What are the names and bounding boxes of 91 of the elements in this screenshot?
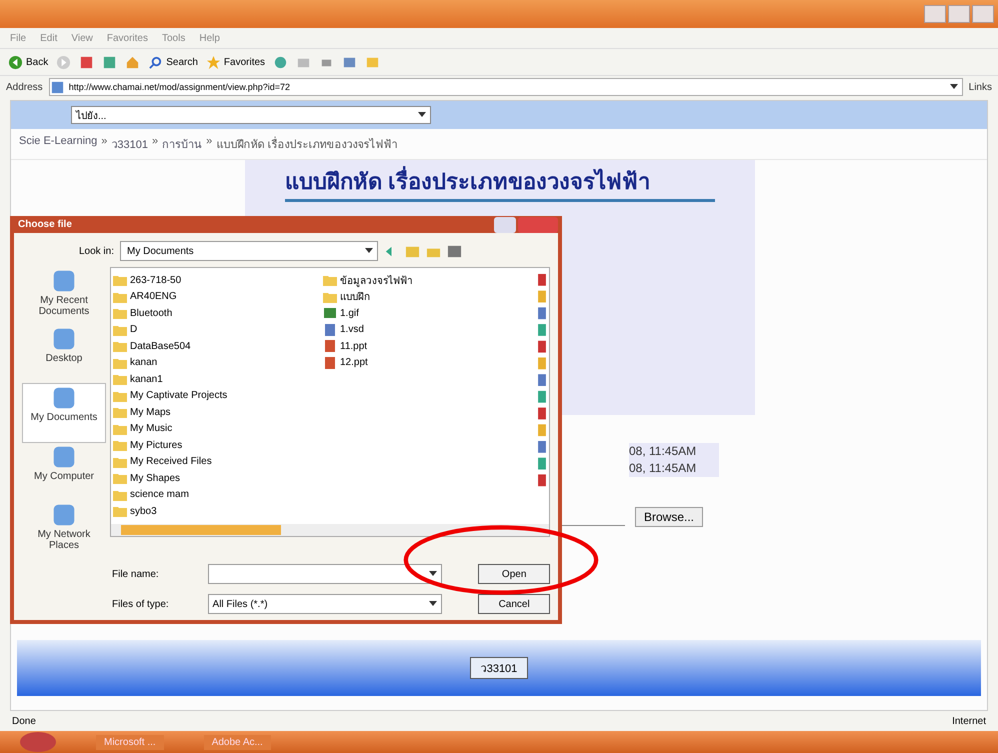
places-item[interactable]: My Computer (22, 443, 106, 501)
breadcrumb-link[interactable]: ว33101 (111, 135, 148, 153)
folder-entry[interactable]: science mam (113, 486, 323, 503)
file-type-dropdown[interactable]: All Files (*.*) (208, 594, 442, 614)
browse-button[interactable]: Browse... (635, 507, 704, 527)
file-name-label: File name: (112, 568, 160, 580)
folder-entry[interactable]: My Captivate Projects (113, 388, 323, 404)
folder-icon (113, 307, 127, 320)
file-icon (323, 356, 337, 369)
folder-icon (113, 274, 127, 286)
file-icon (323, 324, 337, 336)
places-item[interactable]: My Network Places (22, 501, 106, 559)
folder-entry[interactable]: My Pictures (113, 437, 323, 454)
assignment-title: แบบฝึกหัด เรื่องประเภทของวงจรไฟฟ้า (245, 164, 755, 199)
look-in-label: Look in: (78, 246, 114, 256)
folder-icon (113, 406, 127, 418)
minimize-button[interactable] (924, 5, 946, 23)
links-button[interactable]: Links (968, 82, 992, 92)
course-button[interactable]: ว33101 (470, 657, 528, 679)
breadcrumb-link[interactable]: การบ้าน (162, 135, 202, 153)
horizontal-scrollbar[interactable] (111, 524, 549, 536)
jump-to-dropdown[interactable]: ไปยัง... (71, 106, 431, 124)
folder-icon (113, 472, 127, 484)
breadcrumb-separator: » (101, 135, 108, 149)
date-text: 08, 11:45AM (629, 443, 719, 460)
folder-icon (113, 456, 127, 468)
back-button[interactable]: Back (8, 54, 48, 70)
search-icon (148, 54, 164, 70)
folder-icon (113, 356, 127, 369)
document-entry[interactable]: 11.ppt (323, 338, 533, 354)
address-label: Address (6, 82, 43, 92)
date-text: 08, 11:45AM (629, 460, 719, 477)
folder-entry[interactable]: DataBase504 (113, 338, 323, 354)
document-entry[interactable]: 1.gif (323, 305, 533, 322)
close-button[interactable] (972, 5, 994, 23)
folder-entry[interactable]: AR40ENG (113, 288, 323, 305)
caret-icon (365, 248, 373, 254)
look-in-dropdown[interactable]: My Documents (120, 241, 378, 261)
address-field[interactable]: http://www.chamai.net/mod/assignment/view.php?id=72 (48, 78, 963, 96)
folder-icon (113, 290, 127, 303)
zone-label: Internet (952, 716, 986, 726)
folder-icon (113, 439, 127, 452)
file-icon (323, 340, 337, 352)
home-icon[interactable] (125, 54, 140, 70)
places-item[interactable]: My Recent Documents (22, 267, 106, 325)
cancel-button[interactable]: Cancel (478, 594, 550, 614)
document-entry[interactable]: 12.ppt (323, 354, 533, 371)
caret-icon (950, 84, 958, 90)
file-icon (323, 307, 337, 320)
favorites-button[interactable]: Favorites (206, 54, 266, 70)
folder-icon (113, 373, 127, 386)
places-item[interactable]: My Documents (22, 383, 106, 443)
status-text: Done (12, 716, 36, 726)
help-button[interactable] (494, 216, 516, 232)
folder-icon (113, 422, 127, 435)
places-item[interactable]: Desktop (22, 325, 106, 383)
file-name-field[interactable] (208, 564, 442, 584)
folder-icon (113, 505, 127, 518)
folder-entry[interactable]: My Maps (113, 404, 323, 420)
folder-icon (113, 488, 127, 501)
folder-icon (323, 274, 337, 286)
folder-icon (323, 290, 337, 303)
folder-entry[interactable]: sybo3 (113, 503, 323, 520)
caret-icon (429, 571, 438, 577)
folder-icon (113, 324, 127, 336)
caret-icon (429, 601, 438, 607)
search-button[interactable]: Search (148, 54, 198, 70)
breadcrumb-separator: » (152, 135, 158, 149)
breadcrumb-link[interactable]: Scie E-Learning (19, 135, 98, 153)
folder-icon (113, 340, 127, 352)
open-button[interactable]: Open (478, 564, 550, 584)
folder-icon (113, 390, 127, 402)
breadcrumb-separator: » (206, 135, 212, 149)
folder-entry[interactable]: My Received Files (113, 454, 323, 470)
document-entry[interactable]: 1.vsd (323, 322, 533, 338)
folder-entry[interactable]: kanan (113, 354, 323, 371)
folder-entry[interactable]: My Music (113, 420, 323, 437)
start-button[interactable] (20, 732, 56, 752)
folder-entry[interactable]: Bluetooth (113, 305, 323, 322)
dialog-title: Choose file (18, 219, 72, 230)
folder-entry[interactable]: 263-718-50 (113, 272, 323, 288)
scroll-thumb[interactable] (121, 524, 281, 535)
folder-entry[interactable]: ข้อมูลวงจรไฟฟ้า (323, 272, 533, 288)
folder-entry[interactable]: kanan1 (113, 371, 323, 388)
folder-entry[interactable]: D (113, 322, 323, 338)
maximize-button[interactable] (948, 5, 970, 23)
folder-entry[interactable]: My Shapes (113, 470, 323, 486)
file-type-label: Files of type: (112, 598, 170, 610)
caret-icon (418, 112, 426, 118)
folder-entry[interactable]: แบบฝึก (323, 288, 533, 305)
star-icon (206, 54, 221, 70)
